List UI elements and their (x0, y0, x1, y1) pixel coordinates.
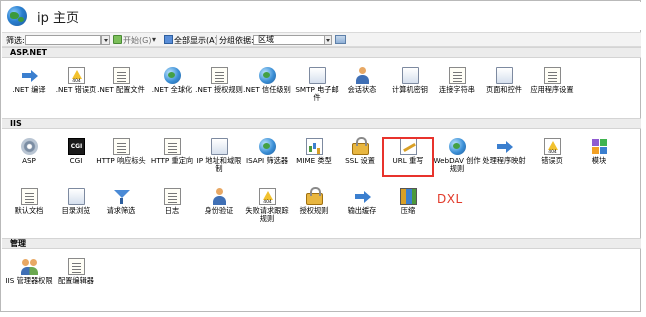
group-by-select[interactable]: 区域 (253, 35, 326, 45)
smtp-icon (309, 67, 326, 84)
feature-error-pages[interactable]: 错误页 (529, 138, 575, 178)
feature-authentication[interactable]: 身份验证 (196, 188, 242, 228)
feature-http-headers[interactable]: HTTP 响应标头 (96, 138, 146, 178)
feature-directory-browsing[interactable]: 目录浏览 (53, 188, 99, 228)
show-all-icon[interactable] (164, 35, 173, 44)
feature-app-settings[interactable]: 应用程序设置 (529, 67, 575, 107)
authz-rules-icon (306, 187, 323, 205)
page-header: ip 主页 (2, 2, 641, 30)
section-iis-header: IIS (2, 118, 641, 129)
feature-compression[interactable]: 压缩 (385, 188, 431, 228)
feature-connection-strings[interactable]: 连接字符串 (434, 67, 480, 107)
feature-mime-types[interactable]: MIME 类型 (291, 138, 337, 178)
section-aspnet-header: ASP.NET (2, 47, 641, 58)
feature-failed-request-tracing[interactable]: 失败请求跟踪规则 (244, 188, 290, 228)
http-headers-icon (113, 138, 130, 155)
go-button[interactable]: 开始(G) (123, 35, 151, 46)
machine-key-icon (402, 67, 419, 84)
section-title: IIS (10, 119, 22, 128)
show-all-button[interactable]: 全部显示(A) (174, 35, 218, 46)
section-management-header: 管理 (2, 238, 641, 249)
modules-icon (591, 138, 608, 155)
feature-ip-restrictions[interactable]: IP 地址和域限制 (196, 138, 242, 178)
feature-request-filtering[interactable]: 请求筛选 (98, 188, 144, 228)
feature-net-profile[interactable]: .NET 配置文件 (97, 67, 145, 107)
feature-machine-key[interactable]: 计算机密钥 (387, 67, 433, 107)
config-editor-icon (68, 258, 85, 275)
compile-icon (21, 67, 38, 84)
webdav-icon (449, 138, 466, 155)
error-pages-icon (544, 138, 561, 155)
http-redirect-icon (164, 138, 181, 155)
dir-browse-icon (68, 188, 85, 205)
ip-restrict-icon (211, 138, 228, 155)
iis-manager-perms-icon (21, 258, 38, 275)
authorization-icon (211, 67, 228, 84)
error-page-icon (68, 67, 85, 84)
section-title: ASP.NET (10, 48, 48, 57)
view-mode-icon[interactable] (335, 35, 346, 44)
isapi-filter-icon (259, 138, 276, 155)
feature-isapi-filters[interactable]: ISAPI 筛选器 (244, 138, 290, 178)
filter-toolbar: 筛选: 开始(G) ▾ 全部显示(A) 分组依据: 区域 (2, 32, 641, 47)
trust-icon (259, 67, 276, 84)
ssl-lock-icon (352, 137, 369, 155)
feature-ssl-settings[interactable]: SSL 设置 (337, 137, 383, 178)
site-globe-icon (7, 6, 27, 26)
feature-http-redirect[interactable]: HTTP 重定向 (149, 138, 195, 178)
handler-icon (496, 138, 513, 155)
go-dropdown-icon[interactable]: ▾ (152, 35, 156, 44)
authentication-icon (211, 188, 228, 205)
feature-authorization-rules[interactable]: 授权规则 (291, 187, 337, 228)
request-filter-icon (113, 188, 130, 205)
feature-iis-manager-permissions[interactable]: IIS 管理器权限 (5, 258, 53, 298)
feature-net-authorization[interactable]: .NET 授权规则 (195, 67, 243, 107)
group-by-label: 分组依据: (219, 36, 254, 45)
feature-configuration-editor[interactable]: 配置编辑器 (53, 258, 99, 298)
feature-pages-controls[interactable]: 页面和控件 (481, 67, 527, 107)
feature-net-globalization[interactable]: .NET 全球化 (149, 67, 195, 107)
feature-net-compilation[interactable]: .NET 编译 (6, 67, 52, 107)
feature-default-document[interactable]: 默认文档 (6, 188, 52, 228)
page-title: ip 主页 (37, 11, 79, 26)
toolbar-separator (216, 35, 217, 45)
cgi-icon: CGI (68, 138, 85, 155)
filter-dropdown-button[interactable] (101, 35, 110, 45)
filter-input[interactable] (25, 35, 101, 45)
connection-string-icon (449, 67, 466, 84)
app-settings-icon (544, 67, 561, 84)
logging-icon (164, 188, 181, 205)
url-rewrite-highlight-box (382, 137, 434, 177)
section-title: 管理 (10, 239, 26, 248)
group-by-dropdown-icon[interactable] (324, 35, 332, 45)
feature-net-error-pages[interactable]: .NET 错误页 (53, 67, 99, 107)
session-icon (354, 67, 371, 84)
feature-output-caching[interactable]: 输出缓存 (339, 188, 385, 228)
annotation-text: DXL (437, 192, 463, 206)
asp-icon (21, 138, 38, 155)
feature-session-state[interactable]: 会话状态 (339, 67, 385, 107)
filter-label: 筛选: (6, 36, 25, 45)
output-cache-icon (354, 188, 371, 205)
iis-manager-window: ip 主页 筛选: 开始(G) ▾ 全部显示(A) 分组依据: 区域 ASP.N… (0, 0, 641, 312)
feature-logging[interactable]: 日志 (149, 188, 195, 228)
feature-handler-mappings[interactable]: 处理程序映射 (481, 138, 527, 178)
feature-net-trust[interactable]: .NET 信任级别 (243, 67, 291, 107)
compression-icon (400, 188, 417, 205)
default-doc-icon (21, 188, 38, 205)
feature-smtp[interactable]: SMTP 电子邮件 (294, 67, 340, 107)
globalization-icon (164, 67, 181, 84)
go-icon[interactable] (113, 35, 122, 44)
feature-webdav[interactable]: WebDAV 创作规则 (433, 138, 481, 178)
failed-request-icon (259, 188, 276, 205)
feature-cgi[interactable]: CGI CGI (53, 138, 99, 178)
pages-controls-icon (496, 67, 513, 84)
config-icon (113, 67, 130, 84)
mime-icon (306, 138, 323, 155)
feature-asp[interactable]: ASP (6, 138, 52, 178)
feature-modules[interactable]: 模块 (576, 138, 622, 178)
